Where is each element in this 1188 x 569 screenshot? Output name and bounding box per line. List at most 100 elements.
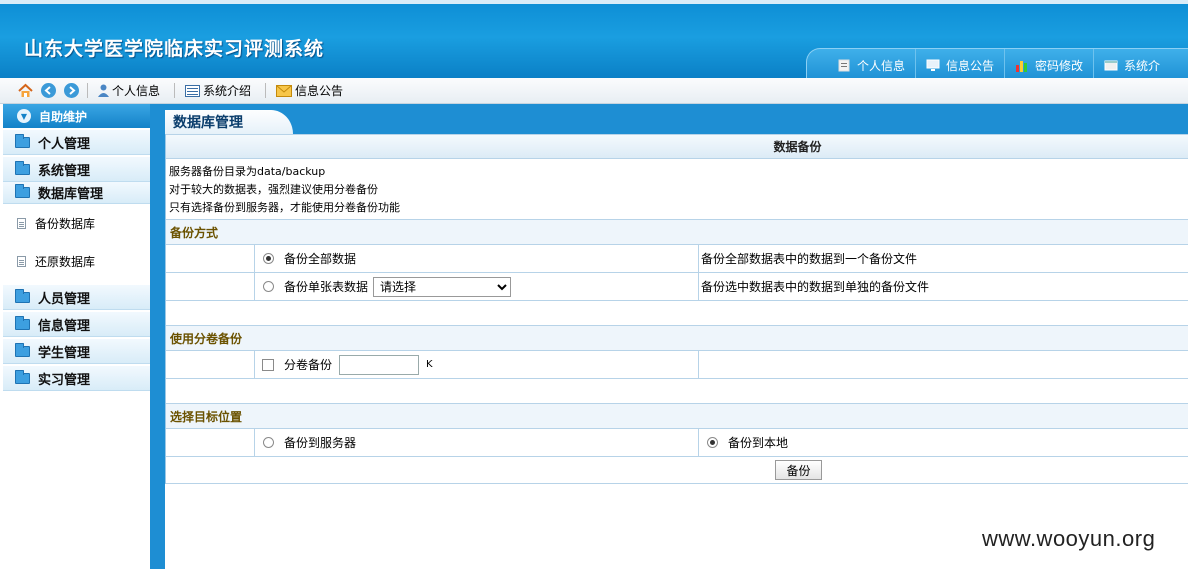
list-icon: [185, 84, 201, 97]
folder-icon: [15, 342, 30, 357]
sidebar-subitem-restore-database[interactable]: 还原数据库: [3, 242, 150, 280]
table-row: 备份全部数据 备份全部数据表中的数据到一个备份文件: [166, 245, 1188, 273]
table-row: 备份到服务器 备份到本地: [166, 429, 1188, 457]
document-icon: [838, 59, 850, 72]
sidebar-item-personal-management[interactable]: 个人管理: [3, 130, 150, 155]
topnav-label: 密码修改: [1035, 59, 1084, 73]
sidebar-item-label: 学生管理: [38, 345, 91, 361]
sidebar-item-personnel-management[interactable]: 人员管理: [3, 285, 150, 310]
sidebar-item-system-management[interactable]: 系统管理: [3, 157, 150, 182]
watermark: www.wooyun.org: [982, 526, 1156, 551]
option-label: 备份全部数据: [284, 252, 357, 266]
info-line: 只有选择备份到服务器，才能使用分卷备份功能: [169, 201, 400, 214]
radio-target-server[interactable]: [263, 437, 274, 448]
sidebar-item-database-management[interactable]: 数据库管理: [3, 182, 150, 204]
toolbar: 个人信息 系统介绍 信息公告: [0, 78, 1188, 104]
option-label: 备份到服务器: [284, 436, 357, 450]
toolbar-label: 系统介绍: [203, 84, 252, 98]
backup-button[interactable]: 备份: [775, 460, 822, 480]
table-select[interactable]: 请选择: [373, 276, 512, 297]
home-icon[interactable]: [18, 83, 33, 98]
sidebar-splitter[interactable]: [150, 104, 165, 569]
radio-target-local[interactable]: [707, 437, 718, 448]
table-title: 数据备份: [773, 140, 822, 154]
sidebar-header-label: 自助维护: [39, 109, 88, 124]
tab-database-management[interactable]: 数据库管理: [165, 110, 293, 134]
sidebar-subitem-label: 备份数据库: [35, 216, 96, 231]
column-divider: [254, 245, 255, 272]
option-single-table[interactable]: 备份单张表数据 请选择: [263, 273, 512, 300]
document-icon: [17, 217, 26, 229]
topnav-label: 个人信息: [857, 59, 906, 73]
sidebar-item-label: 信息管理: [38, 318, 91, 334]
info-line: 对于较大的数据表，强烈建议使用分卷备份: [169, 183, 378, 196]
column-divider: [254, 273, 255, 300]
folder-icon: [15, 133, 30, 148]
envelope-icon: [276, 84, 293, 97]
option-all-data[interactable]: 备份全部数据: [263, 245, 356, 272]
volume-size-input[interactable]: [339, 354, 420, 375]
column-divider: [698, 273, 699, 300]
section-target-location: 选择目标位置: [166, 404, 1188, 429]
topnav-label: 系统介: [1124, 59, 1161, 73]
column-divider: [254, 429, 255, 456]
section-volume-backup: 使用分卷备份: [166, 326, 1188, 351]
tab-bar: 数据库管理: [165, 104, 1188, 134]
target-server-option[interactable]: 备份到服务器: [263, 429, 356, 456]
window-icon: [1104, 60, 1118, 71]
volume-backup-checkbox[interactable]: [262, 358, 274, 371]
folder-icon: [15, 369, 30, 384]
radio-backup-single[interactable]: [263, 281, 274, 292]
top-nav: 个人信息 信息公告 密码修改 系统介: [806, 48, 1188, 83]
column-divider: [254, 351, 255, 378]
sidebar-item-label: 人员管理: [38, 291, 91, 307]
table-row: 分卷备份 K: [166, 351, 1188, 379]
sidebar-item-label: 系统管理: [38, 163, 91, 179]
sidebar: ▼ 自助维护 个人管理 系统管理 数据库管理 备份数据库 还原数据库 人员管理 …: [0, 104, 165, 569]
sidebar-item-internship-management[interactable]: 实习管理: [3, 366, 150, 391]
column-divider: [698, 351, 699, 378]
spacer-row: [166, 379, 1188, 404]
folder-icon: [15, 184, 30, 198]
toolbar-label: 信息公告: [295, 84, 344, 98]
folder-icon: [15, 288, 30, 303]
app-title: 山东大学医学院临床实习评测系统: [24, 38, 325, 60]
option-description: 备份选中数据表中的数据到单独的备份文件: [701, 280, 930, 294]
folder-icon: [15, 315, 30, 330]
column-divider: [698, 429, 699, 456]
sidebar-item-student-management[interactable]: 学生管理: [3, 339, 150, 364]
sidebar-item-info-management[interactable]: 信息管理: [3, 312, 150, 337]
toolbar-announcements[interactable]: 信息公告: [276, 82, 343, 99]
sidebar-item-label: 个人管理: [38, 136, 91, 152]
option-label: 备份单张表数据: [284, 280, 369, 294]
option-description: 备份全部数据表中的数据到一个备份文件: [701, 252, 918, 266]
target-local-option[interactable]: 备份到本地: [707, 429, 788, 456]
volume-label: 分卷备份: [284, 358, 333, 372]
toolbar-personal-info[interactable]: 个人信息: [98, 82, 160, 99]
toolbar-label: 个人信息: [112, 84, 161, 98]
sidebar-subitem-backup-database[interactable]: 备份数据库: [3, 204, 150, 242]
document-icon: [17, 255, 26, 267]
sidebar-subitem-label: 还原数据库: [35, 254, 96, 269]
sidebar-item-label: 数据库管理: [38, 187, 104, 202]
user-icon: [98, 84, 109, 97]
app-header: 山东大学医学院临床实习评测系统 个人信息 信息公告 密码修改 系统介: [0, 0, 1188, 83]
sidebar-header[interactable]: ▼ 自助维护: [3, 104, 150, 128]
monitor-icon: [926, 59, 940, 71]
toolbar-divider: [87, 83, 88, 98]
folder-icon: [15, 160, 30, 175]
sidebar-item-label: 实习管理: [38, 372, 91, 388]
radio-backup-all[interactable]: [263, 253, 274, 264]
toolbar-divider: [174, 83, 176, 98]
column-divider: [698, 245, 699, 272]
chevron-down-icon: ▼: [17, 109, 31, 123]
forward-icon[interactable]: [64, 83, 79, 98]
toolbar-system-intro[interactable]: 系统介绍: [185, 82, 251, 99]
section-backup-mode: 备份方式: [166, 220, 1188, 245]
option-label: 备份到本地: [728, 436, 789, 450]
topnav-label: 信息公告: [946, 59, 995, 73]
back-icon[interactable]: [41, 83, 56, 98]
info-block: 服务器备份目录为data/backup 对于较大的数据表，强烈建议使用分卷备份 …: [166, 159, 1188, 220]
volume-option: 分卷备份 K: [262, 351, 433, 378]
submit-row: 备份: [166, 457, 1188, 484]
